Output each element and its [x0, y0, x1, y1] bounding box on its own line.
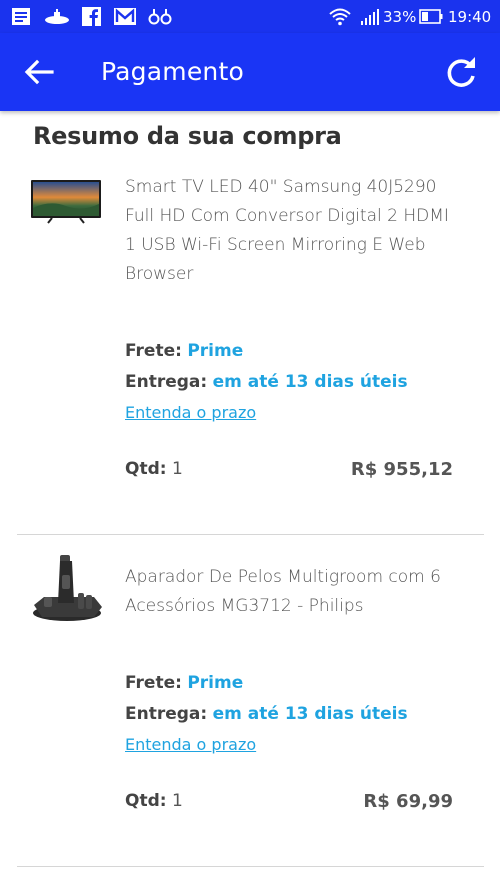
product-name[interactable]: Aparador De Pelos Multigroom com 6 Acess…	[125, 563, 465, 621]
frete-value: Prime	[187, 673, 244, 693]
entenda-prazo-link[interactable]: Entenda o prazo	[125, 403, 256, 422]
submarine-notification-icon	[45, 9, 69, 24]
frete-row: Frete: Prime	[125, 673, 243, 693]
arrow-left-icon[interactable]	[22, 55, 56, 89]
divider	[17, 866, 484, 867]
frete-row: Frete: Prime	[125, 341, 243, 361]
quantity: Qtd: 1	[125, 791, 183, 811]
app-bar: Pagamento	[0, 33, 500, 111]
facebook-icon	[82, 7, 101, 26]
qtd-label: Qtd:	[125, 459, 167, 479]
frete-label: Frete:	[125, 341, 182, 361]
entrega-label: Entrega:	[125, 372, 208, 392]
battery-percentage: 33%	[383, 8, 417, 26]
entenda-prazo-link[interactable]: Entenda o prazo	[125, 735, 256, 754]
entrega-value: em até 13 dias úteis	[212, 704, 408, 724]
entrega-row: Entrega: em até 13 dias úteis	[125, 704, 408, 724]
mail-notification-icon	[114, 8, 136, 25]
frete-value: Prime	[187, 341, 244, 361]
qtd-value: 1	[171, 791, 183, 811]
divider	[17, 534, 484, 535]
document-notification-icon	[12, 8, 30, 25]
status-time: 19:40	[448, 8, 492, 26]
frete-label: Frete:	[125, 673, 182, 693]
refresh-icon[interactable]	[442, 54, 480, 92]
item-price: R$ 69,99	[363, 791, 453, 812]
tv-product-icon	[31, 180, 101, 224]
entrega-value: em até 13 dias úteis	[212, 372, 408, 392]
wifi-icon	[329, 8, 351, 26]
trimmer-product-icon	[33, 555, 102, 621]
entrega-row: Entrega: em até 13 dias úteis	[125, 372, 408, 392]
entrega-label: Entrega:	[125, 704, 208, 724]
qtd-label: Qtd:	[125, 791, 167, 811]
page-title: Pagamento	[101, 57, 244, 86]
signal-icon	[361, 9, 379, 25]
product-name[interactable]: Smart TV LED 40" Samsung 40J5290 Full HD…	[125, 173, 465, 289]
status-bar: 33% 19:40	[0, 0, 500, 33]
qtd-value: 1	[171, 459, 183, 479]
item-price: R$ 955,12	[350, 459, 453, 480]
app-notification-icon	[148, 9, 172, 25]
quantity: Qtd: 1	[125, 459, 183, 479]
summary-title: Resumo da sua compra	[33, 122, 342, 150]
battery-icon	[419, 9, 443, 24]
